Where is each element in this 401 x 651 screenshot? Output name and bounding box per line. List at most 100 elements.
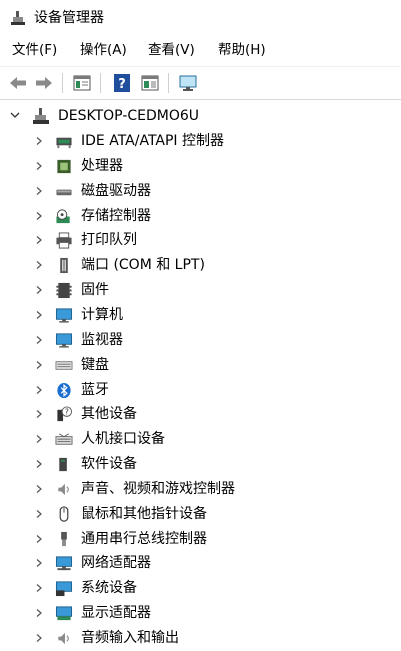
menu-file[interactable]: 文件(F) [12,41,57,59]
firmware-icon [56,283,72,299]
device-category-row[interactable]: ? 其他设备 [0,402,401,427]
chevron-right-icon[interactable] [34,583,44,593]
device-category-row[interactable]: 人机接口设备 [0,427,401,452]
chevron-right-icon[interactable] [34,186,44,196]
device-category-label: 处理器 [81,157,123,174]
back-arrow-icon[interactable] [8,73,28,93]
audio-io-icon [58,632,69,645]
device-category-label: 磁盘驱动器 [81,182,151,199]
chevron-right-icon[interactable] [34,310,44,320]
menu-view[interactable]: 查看(V) [148,41,195,59]
device-category-label: 人机接口设备 [81,431,165,448]
chevron-right-icon[interactable] [34,285,44,295]
chevron-right-icon[interactable] [34,509,44,519]
display-adapter-icon [55,606,73,621]
chevron-right-icon[interactable] [34,558,44,568]
device-category-row[interactable]: 打印队列 [0,228,401,253]
device-category-label: 其他设备 [81,406,137,423]
device-category-row[interactable]: 键盘 [0,353,401,378]
device-category-row[interactable]: 处理器 [0,154,401,179]
toolbar-separator [62,73,63,93]
device-category-label: 端口 (COM 和 LPT) [81,257,205,274]
forward-arrow-icon[interactable] [34,73,54,93]
chevron-right-icon[interactable] [34,608,44,618]
device-category-label: 声音、视频和游戏控制器 [81,480,235,497]
device-tree: DESKTOP-CEDMO6U IDE ATA/ATAPI 控制器 处理器磁盘驱动… [0,102,401,650]
device-category-label: IDE ATA/ATAPI 控制器 [81,133,225,149]
usb-icon [61,531,67,546]
menu-action[interactable]: 操作(A) [80,41,127,59]
title-bar: 设备管理器 [0,0,401,36]
chevron-down-icon[interactable] [9,109,21,121]
printer-icon [56,232,72,249]
chevron-right-icon[interactable] [34,409,44,419]
device-category-row[interactable]: 固件 [0,278,401,303]
device-category-label: 固件 [81,282,109,299]
svg-text:?: ? [65,408,69,417]
device-category-row[interactable]: 鼠标和其他指针设备 [0,502,401,527]
chevron-right-icon[interactable] [34,534,44,544]
scan-hardware-icon[interactable] [178,73,198,93]
network-adapter-icon [55,556,73,571]
menu-help[interactable]: 帮助(H) [218,41,266,59]
hid-icon [55,433,73,445]
device-category-label: 显示适配器 [81,605,151,622]
toolbar-separator [100,73,101,93]
properties-icon[interactable] [72,73,92,93]
device-category-row[interactable]: 软件设备 [0,452,401,477]
system-device-icon [55,581,73,597]
device-manager-icon [11,11,25,25]
help-icon[interactable]: ? [112,73,132,93]
device-category-row[interactable]: 监视器 [0,328,401,353]
computer-icon [33,108,49,124]
device-category-row[interactable]: 计算机 [0,303,401,328]
toolbar: ? [0,66,401,99]
device-category-row[interactable]: 系统设备 [0,576,401,601]
device-category-label: 音频输入和输出 [81,630,179,646]
device-category-row[interactable]: 磁盘驱动器 [0,179,401,204]
show-hide-pane-icon[interactable] [140,73,160,93]
toolbar-divider [0,99,401,100]
device-category-label: 系统设备 [81,580,137,597]
tree-root-label: DESKTOP-CEDMO6U [58,108,200,124]
disk-drive-icon [56,189,72,195]
chevron-right-icon[interactable] [34,385,44,395]
speaker-icon [58,483,69,496]
keyboard-icon [55,360,73,370]
chevron-right-icon[interactable] [34,161,44,171]
monitor-icon [55,308,73,323]
chevron-right-icon[interactable] [34,360,44,370]
processor-icon [57,159,71,173]
device-category-label: 蓝牙 [81,381,109,398]
chevron-right-icon[interactable] [34,260,44,270]
device-category-row[interactable]: 蓝牙 [0,378,401,403]
device-category-row[interactable]: 端口 (COM 和 LPT) [0,253,401,278]
device-category-row[interactable]: 显示适配器 [0,601,401,626]
device-category-row[interactable]: 网络适配器 [0,551,401,576]
device-category-label: 鼠标和其他指针设备 [81,505,207,522]
device-category-label: 存储控制器 [81,207,151,224]
chevron-right-icon[interactable] [34,434,44,444]
device-category-row[interactable]: 通用串行总线控制器 [0,527,401,552]
menu-bar: 文件(F) 操作(A) 查看(V) 帮助(H) [0,38,401,62]
port-icon [60,258,68,274]
device-category-label: 监视器 [81,331,123,348]
chevron-right-icon[interactable] [34,484,44,494]
chevron-right-icon[interactable] [34,633,44,643]
chevron-right-icon[interactable] [34,335,44,345]
device-category-row[interactable]: 声音、视频和游戏控制器 [0,477,401,502]
device-category-label: 通用串行总线控制器 [81,530,207,547]
tree-root-computer[interactable]: DESKTOP-CEDMO6U [0,104,401,128]
software-device-icon [59,457,67,472]
device-category-row[interactable]: 音频输入和输出 [0,626,401,651]
chevron-right-icon[interactable] [34,136,44,146]
ide-controller-icon [56,137,72,149]
chevron-right-icon[interactable] [34,459,44,469]
toolbar-separator [168,73,169,93]
chevron-right-icon[interactable] [34,211,44,221]
device-category-row[interactable]: IDE ATA/ATAPI 控制器 [0,129,401,154]
monitor-icon [55,333,73,348]
device-category-row[interactable]: 存储控制器 [0,204,401,229]
device-category-label: 计算机 [81,306,123,323]
chevron-right-icon[interactable] [34,235,44,245]
